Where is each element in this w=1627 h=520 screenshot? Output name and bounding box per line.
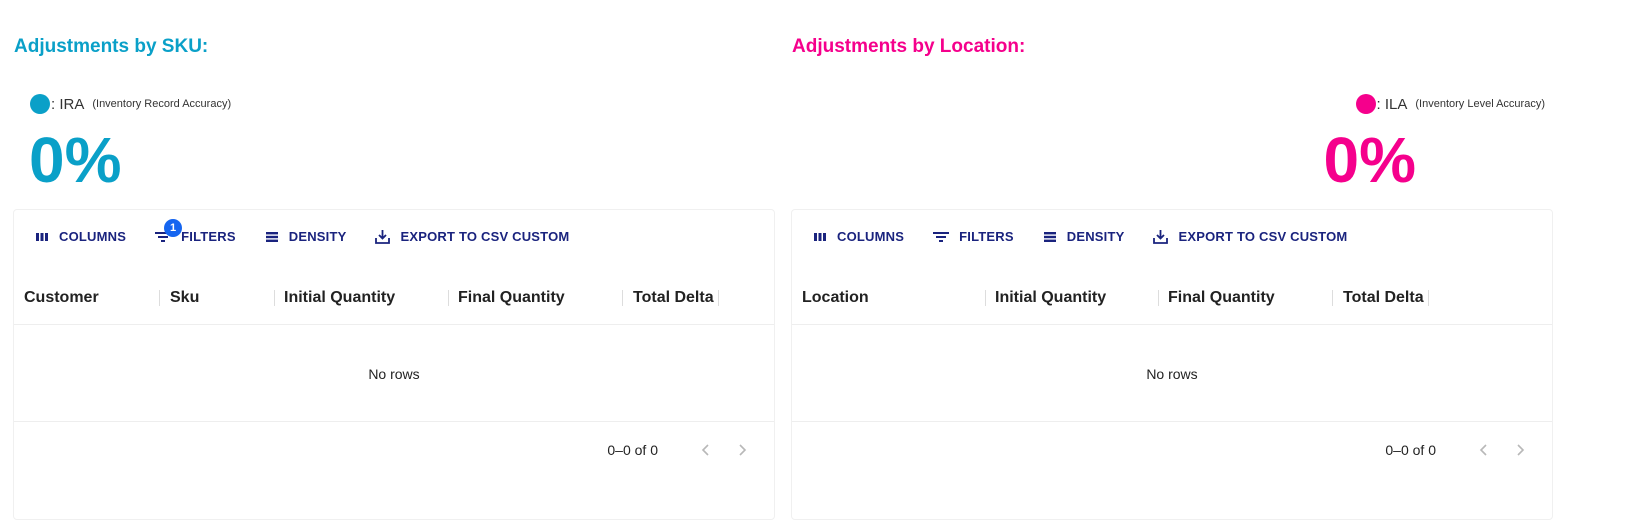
filter-icon — [933, 231, 950, 242]
filters-button[interactable]: 1 FILTERS — [154, 219, 236, 244]
column-header-row: Customer Sku Initial Quantity Final Quan… — [14, 272, 774, 325]
column-header-location[interactable]: Location — [802, 272, 869, 324]
ira-color-dot — [30, 94, 50, 114]
filters-count-badge: 1 — [164, 219, 183, 237]
data-grid: COLUMNS 1 FILTERS DENSITY EXPORT TO CSV … — [13, 209, 775, 520]
column-separator[interactable] — [985, 290, 986, 306]
columns-button[interactable]: COLUMNS — [812, 229, 904, 244]
column-header-initial-quantity[interactable]: Initial Quantity — [284, 272, 395, 324]
density-label: DENSITY — [288, 229, 347, 244]
next-page-button[interactable] — [724, 438, 760, 462]
column-separator[interactable] — [274, 290, 275, 306]
column-header-sku[interactable]: Sku — [170, 272, 199, 324]
section-title: Adjustments by Location: — [792, 36, 1026, 57]
columns-button[interactable]: COLUMNS — [34, 229, 126, 244]
legend: : ILA (Inventory Level Accuracy) — [1355, 94, 1545, 114]
column-separator[interactable] — [448, 290, 449, 306]
pagination-range: 0–0 of 0 — [1385, 442, 1436, 458]
column-header-total-delta[interactable]: Total Delta — [1343, 272, 1424, 324]
empty-state: No rows — [1146, 366, 1198, 382]
ila-percentage: 0% — [1323, 124, 1417, 196]
empty-state: No rows — [368, 366, 420, 382]
columns-label: COLUMNS — [59, 229, 127, 244]
export-label: EXPORT TO CSV CUSTOM — [400, 229, 570, 244]
column-header-final-quantity[interactable]: Final Quantity — [458, 272, 565, 324]
legend-sublabel: (Inventory Record Accuracy) — [92, 98, 232, 110]
columns-label: COLUMNS — [837, 229, 905, 244]
density-button[interactable]: DENSITY — [264, 229, 347, 244]
density-icon — [1043, 231, 1056, 242]
density-button[interactable]: DENSITY — [1042, 229, 1125, 244]
grid-toolbar: COLUMNS 1 FILTERS DENSITY EXPORT TO CSV … — [34, 219, 569, 245]
next-page-button[interactable] — [1502, 438, 1538, 462]
legend-label: : IRA — [51, 95, 85, 113]
column-header-total-delta[interactable]: Total Delta — [633, 272, 714, 324]
column-separator[interactable] — [1158, 290, 1159, 306]
chevron-right-icon — [739, 444, 747, 456]
filters-label: FILTERS — [181, 229, 236, 244]
density-label: DENSITY — [1066, 229, 1125, 244]
legend: : IRA (Inventory Record Accuracy) — [30, 94, 231, 114]
pagination: 0–0 of 0 — [1385, 438, 1538, 462]
section-title: Adjustments by SKU: — [14, 36, 209, 57]
column-separator[interactable] — [622, 290, 623, 306]
chevron-left-icon — [1479, 444, 1487, 456]
column-header-initial-quantity[interactable]: Initial Quantity — [995, 272, 1106, 324]
column-header-final-quantity[interactable]: Final Quantity — [1168, 272, 1275, 324]
location-adjustments-panel: Adjustments by Location: : ILA (Inventor… — [791, 0, 1553, 520]
column-separator[interactable] — [1428, 290, 1429, 306]
grid-footer: 0–0 of 0 — [14, 421, 774, 477]
legend-label: : ILA — [1376, 95, 1408, 113]
data-grid: COLUMNS FILTERS DENSITY EXPORT TO CSV CU… — [791, 209, 1553, 520]
export-csv-button[interactable]: EXPORT TO CSV CUSTOM — [374, 228, 569, 245]
column-header-customer[interactable]: Customer — [24, 272, 99, 324]
column-separator[interactable] — [718, 290, 719, 306]
legend-sublabel: (Inventory Level Accuracy) — [1415, 98, 1545, 110]
download-icon — [375, 230, 391, 244]
sku-adjustments-panel: Adjustments by SKU: : IRA (Inventory Rec… — [13, 0, 775, 520]
column-separator[interactable] — [1332, 290, 1333, 306]
download-icon — [1153, 230, 1169, 244]
pagination: 0–0 of 0 — [607, 438, 760, 462]
filters-button[interactable]: FILTERS — [932, 229, 1014, 244]
export-csv-button[interactable]: EXPORT TO CSV CUSTOM — [1152, 228, 1347, 245]
export-label: EXPORT TO CSV CUSTOM — [1178, 229, 1348, 244]
columns-icon — [36, 232, 48, 241]
columns-icon — [814, 232, 826, 241]
chevron-right-icon — [1517, 444, 1525, 456]
ira-percentage: 0% — [29, 124, 122, 196]
ila-color-dot — [1355, 94, 1376, 114]
pagination-range: 0–0 of 0 — [607, 442, 658, 458]
column-header-row: Location Initial Quantity Final Quantity… — [792, 272, 1552, 325]
density-icon — [265, 231, 278, 242]
grid-footer: 0–0 of 0 — [792, 421, 1552, 477]
chevron-left-icon — [701, 444, 709, 456]
grid-toolbar: COLUMNS FILTERS DENSITY EXPORT TO CSV CU… — [812, 228, 1347, 245]
previous-page-button[interactable] — [688, 438, 724, 462]
column-separator[interactable] — [159, 290, 160, 306]
previous-page-button[interactable] — [1466, 438, 1502, 462]
filters-label: FILTERS — [959, 229, 1014, 244]
